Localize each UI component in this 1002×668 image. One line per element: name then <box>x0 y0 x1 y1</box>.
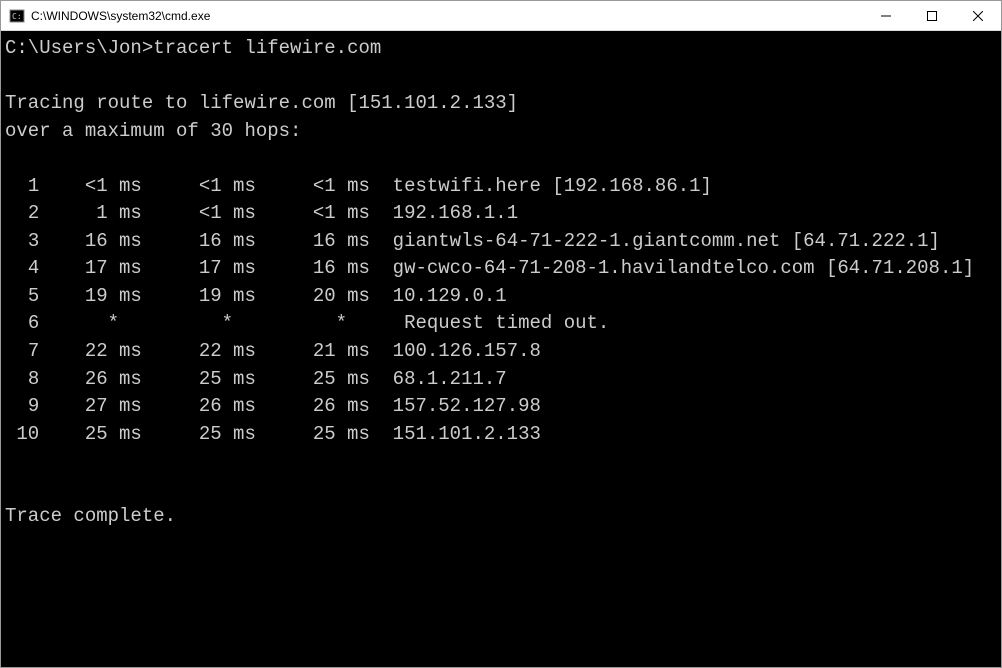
titlebar: C: C:\WINDOWS\system32\cmd.exe <box>1 1 1001 31</box>
svg-text:C:: C: <box>12 12 22 21</box>
trace-header-2: over a maximum of 30 hops: <box>5 120 301 142</box>
command: tracert lifewire.com <box>153 37 381 59</box>
cmd-icon: C: <box>9 8 25 24</box>
hops-list: 1 <1 ms <1 ms <1 ms testwifi.here [192.1… <box>5 173 997 476</box>
minimize-button[interactable] <box>863 1 909 30</box>
maximize-button[interactable] <box>909 1 955 30</box>
cmd-window: C: C:\WINDOWS\system32\cmd.exe C:\Users\… <box>0 0 1002 668</box>
window-title: C:\WINDOWS\system32\cmd.exe <box>31 9 863 23</box>
trace-header-1: Tracing route to lifewire.com [151.101.2… <box>5 92 518 114</box>
close-button[interactable] <box>955 1 1001 30</box>
prompt: C:\Users\Jon> <box>5 37 153 59</box>
trace-footer: Trace complete. <box>5 505 176 527</box>
terminal-output[interactable]: C:\Users\Jon>tracert lifewire.com Tracin… <box>1 31 1001 667</box>
window-controls <box>863 1 1001 30</box>
